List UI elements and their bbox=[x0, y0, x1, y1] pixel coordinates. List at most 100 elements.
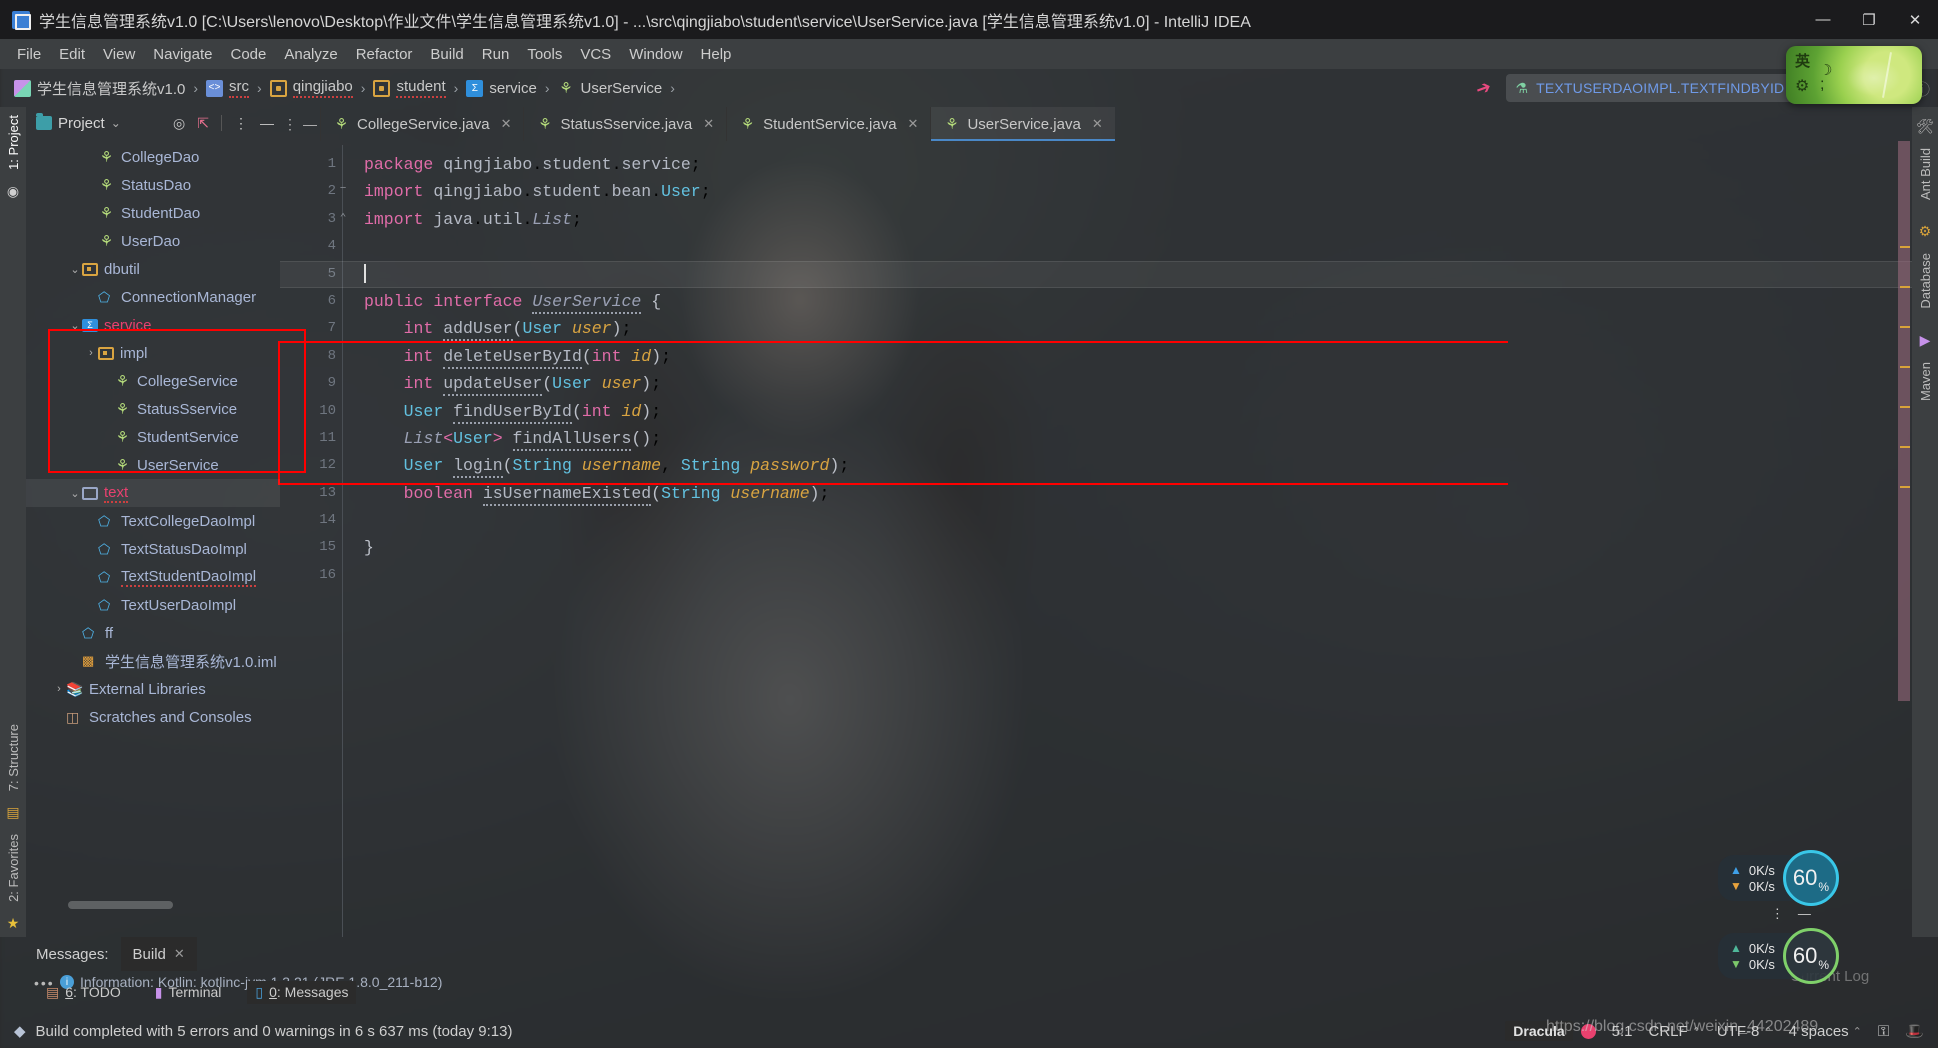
code-editor[interactable]: 1−2 ⌃ 3 4 5 6 7 8 9 10 11 12 13 14 15 16 package qingji… bbox=[278, 141, 1938, 937]
close-icon[interactable]: ✕ bbox=[1092, 116, 1103, 132]
expand-arrow-icon[interactable]: ⌄ bbox=[68, 319, 82, 332]
menu-item-refactor[interactable]: Refactor bbox=[347, 43, 422, 66]
breadcrumb-item-4[interactable]: Σservice bbox=[466, 79, 537, 97]
code-line[interactable]: import java.util.List; bbox=[352, 206, 1938, 233]
editor-tab-studentservice-java[interactable]: ⚘ StudentService.java ✕ bbox=[726, 107, 930, 141]
breadcrumb-item-5[interactable]: ⚘ UserService bbox=[558, 80, 662, 97]
editor-options-icon[interactable]: ⋮ bbox=[280, 116, 300, 133]
target-icon[interactable]: ◎ bbox=[173, 115, 185, 132]
star-icon[interactable]: ★ bbox=[7, 910, 20, 937]
sidebar-item-structure[interactable]: 7: Structure bbox=[2, 716, 25, 799]
code-line[interactable]: int deleteUserById(int id); bbox=[352, 343, 1938, 370]
tool-button-terminal[interactable]: ▮ Terminal bbox=[147, 981, 230, 1004]
tree-item-statussservice[interactable]: ⚘ StatusSservice bbox=[26, 395, 280, 423]
editor-tab-userservice-java[interactable]: ⚘ UserService.java ✕ bbox=[930, 107, 1116, 141]
tree-item-ff[interactable]: ⬠ ff bbox=[26, 619, 280, 647]
memory-usage-gauge-1[interactable]: 60 % bbox=[1782, 850, 1839, 906]
expand-arrow-icon[interactable]: › bbox=[52, 683, 66, 695]
close-button[interactable]: ✕ bbox=[1892, 0, 1938, 39]
sidebar-item-project[interactable]: 1: Project bbox=[2, 107, 25, 178]
hide-icon[interactable]: — bbox=[260, 115, 274, 131]
lock-icon[interactable]: ⚿ bbox=[1878, 1023, 1889, 1040]
code-fold-icon[interactable]: − bbox=[336, 183, 350, 197]
tree-item-userdao[interactable]: ⚘ UserDao bbox=[26, 227, 280, 255]
options-icon[interactable]: ⋮ bbox=[234, 115, 248, 132]
maximize-button[interactable]: ❐ bbox=[1846, 0, 1892, 39]
breadcrumb-item-2[interactable]: qingjiabo bbox=[269, 78, 353, 98]
breadcrumb-item-3[interactable]: student bbox=[373, 78, 446, 98]
tree-item-connectionmanager[interactable]: ⬠ ConnectionManager bbox=[26, 283, 280, 311]
menu-item-window[interactable]: Window bbox=[620, 43, 691, 66]
code-fold-icon[interactable]: ⌃ bbox=[336, 211, 350, 225]
tree-item-userservice[interactable]: ⚘ UserService bbox=[26, 451, 280, 479]
editor-tab-collegeservice-java[interactable]: ⚘ CollegeService.java ✕ bbox=[320, 107, 523, 141]
code-line[interactable]: boolean isUsernameExisted(String usernam… bbox=[352, 480, 1938, 507]
memory-usage-gauge-2[interactable]: 60 % bbox=[1782, 928, 1839, 984]
menu-item-analyze[interactable]: Analyze bbox=[275, 43, 346, 66]
menu-item-tools[interactable]: Tools bbox=[518, 43, 571, 66]
punctuation-icon[interactable]: ; bbox=[1820, 76, 1824, 94]
options-icon[interactable]: ⋮ bbox=[1771, 906, 1784, 922]
breadcrumb-item-0[interactable]: 学生信息管理系统v1.0 bbox=[14, 78, 185, 99]
menu-item-view[interactable]: View bbox=[94, 43, 144, 66]
code-line[interactable]: List<User> findAllUsers(); bbox=[352, 425, 1938, 452]
sidebar-item-maven[interactable]: Maven bbox=[1914, 354, 1937, 409]
menu-item-edit[interactable]: Edit bbox=[50, 43, 94, 66]
tab-build[interactable]: Build ✕ bbox=[120, 937, 197, 971]
editor-markup-scrollbar[interactable] bbox=[1898, 141, 1910, 937]
menu-item-run[interactable]: Run bbox=[473, 43, 519, 66]
tree-item-dbutil[interactable]: ⌄ dbutil bbox=[26, 255, 280, 283]
code-line[interactable]: import qingjiabo.student.bean.User; bbox=[352, 178, 1938, 205]
sidebar-item-favorites[interactable]: 2: Favorites bbox=[2, 826, 25, 910]
tree-item-service[interactable]: ⌄ Σservice bbox=[26, 311, 280, 339]
tree-item-studentdao[interactable]: ⚘ StudentDao bbox=[26, 199, 280, 227]
code-content[interactable]: package qingjiabo.student.service; import… bbox=[280, 141, 1938, 937]
tree-item-collegeservice[interactable]: ⚘ CollegeService bbox=[26, 367, 280, 395]
tree-item-statusdao[interactable]: ⚘ StatusDao bbox=[26, 171, 280, 199]
structure-settings-icon[interactable]: ◉ bbox=[7, 178, 19, 205]
ime-mode-label[interactable]: 英 bbox=[1795, 50, 1810, 71]
expand-arrow-icon[interactable]: ⌄ bbox=[68, 263, 82, 276]
menu-item-file[interactable]: File bbox=[8, 43, 50, 66]
tool-button-todo[interactable]: ▤ 6: TODO bbox=[38, 981, 129, 1004]
ime-floating-widget[interactable]: 英 ☽ ⚙ ; bbox=[1786, 46, 1922, 104]
chevron-down-icon[interactable]: ⌄ bbox=[111, 116, 121, 130]
code-line[interactable]: public interface UserService { bbox=[352, 288, 1938, 315]
inspection-hat-icon[interactable]: 🎩 bbox=[1905, 1022, 1924, 1040]
event-log-icon[interactable]: ◆ bbox=[14, 1022, 26, 1040]
expand-arrow-icon[interactable]: ⌄ bbox=[68, 487, 82, 500]
tree-item-textcollegedaoimpl[interactable]: ⬠ TextCollegeDaoImpl bbox=[26, 507, 280, 535]
tool-button-messages[interactable]: ▯ 0: Messages bbox=[247, 980, 357, 1004]
tree-item-text[interactable]: ⌄ text bbox=[26, 479, 280, 507]
menu-item-help[interactable]: Help bbox=[692, 43, 741, 66]
menu-item-code[interactable]: Code bbox=[221, 43, 275, 66]
tree-item-scratches-and-consoles[interactable]: ◫ Scratches and Consoles bbox=[26, 703, 280, 731]
network-speed-widget-1[interactable]: ▲ 0K/s ▼ 0K/s 60 % bbox=[1718, 850, 1839, 906]
code-line[interactable]: int addUser(User user); bbox=[352, 315, 1938, 342]
code-line[interactable]: int updateUser(User user); bbox=[352, 370, 1938, 397]
sidebar-item-database[interactable]: Database bbox=[1914, 245, 1937, 317]
collapse-all-icon[interactable]: ⇱ bbox=[197, 115, 209, 132]
editor-hide-icon[interactable]: — bbox=[300, 116, 320, 132]
code-line[interactable]: User findUserById(int id); bbox=[352, 398, 1938, 425]
code-line[interactable] bbox=[352, 507, 1938, 534]
minimize-button[interactable]: — bbox=[1800, 0, 1846, 39]
gear-icon[interactable]: ⚙ bbox=[1795, 76, 1809, 96]
menu-item-vcs[interactable]: VCS bbox=[571, 43, 620, 66]
code-line[interactable]: package qingjiabo.student.service; bbox=[352, 151, 1938, 178]
tree-item-collegedao[interactable]: ⚘ CollegeDao bbox=[26, 143, 280, 171]
tree-item-impl[interactable]: › impl bbox=[26, 339, 280, 367]
close-icon[interactable]: ✕ bbox=[908, 116, 919, 132]
menu-item-navigate[interactable]: Navigate bbox=[144, 43, 221, 66]
code-line[interactable] bbox=[352, 562, 1938, 589]
tree-item-external-libraries[interactable]: › 📚 External Libraries bbox=[26, 675, 280, 703]
sidebar-item-ant-build[interactable]: Ant Build bbox=[1914, 140, 1937, 208]
run-configuration-selector[interactable]: ⚗ TEXTUSERDAOIMPL.TEXTFINDBYID ⌄ bbox=[1505, 74, 1812, 102]
expand-arrow-icon[interactable]: › bbox=[84, 347, 98, 359]
tree-item---------v1-0-iml[interactable]: ▩ 学生信息管理系统v1.0.iml bbox=[26, 647, 280, 675]
breadcrumb-item-1[interactable]: <> src bbox=[206, 78, 250, 98]
build-hammer-icon[interactable]: ➔ bbox=[1473, 76, 1494, 101]
hide-icon[interactable]: — bbox=[1798, 906, 1811, 922]
tree-item-studentservice[interactable]: ⚘ StudentService bbox=[26, 423, 280, 451]
code-line[interactable] bbox=[352, 233, 1938, 260]
